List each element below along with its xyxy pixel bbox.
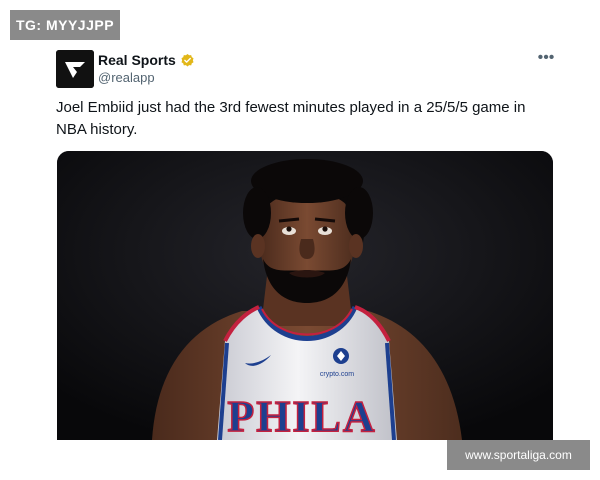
author-handle[interactable]: @realapp (98, 70, 155, 86)
sponsor-text: crypto.com (320, 371, 354, 378)
jersey-lettering: PHILA (227, 392, 376, 440)
tweet-text: Joel Embiid just had the 3rd fewest minu… (56, 99, 526, 138)
tg-overlay-label: TG: MYYJJPP (10, 10, 120, 40)
author-display-name[interactable]: Real Sports (98, 51, 176, 69)
author-name-row[interactable]: Real Sports (98, 51, 195, 69)
avatar[interactable] (56, 50, 94, 88)
site-watermark: www.sportaliga.com (447, 440, 590, 470)
verified-badge-icon (180, 53, 195, 68)
real-sports-logo-icon (56, 50, 94, 88)
more-horizontal-icon[interactable]: ••• (534, 50, 558, 66)
basketball-player-photo: crypto.com PHILA (57, 151, 553, 440)
tweet-media-image[interactable]: crypto.com PHILA (57, 151, 553, 440)
